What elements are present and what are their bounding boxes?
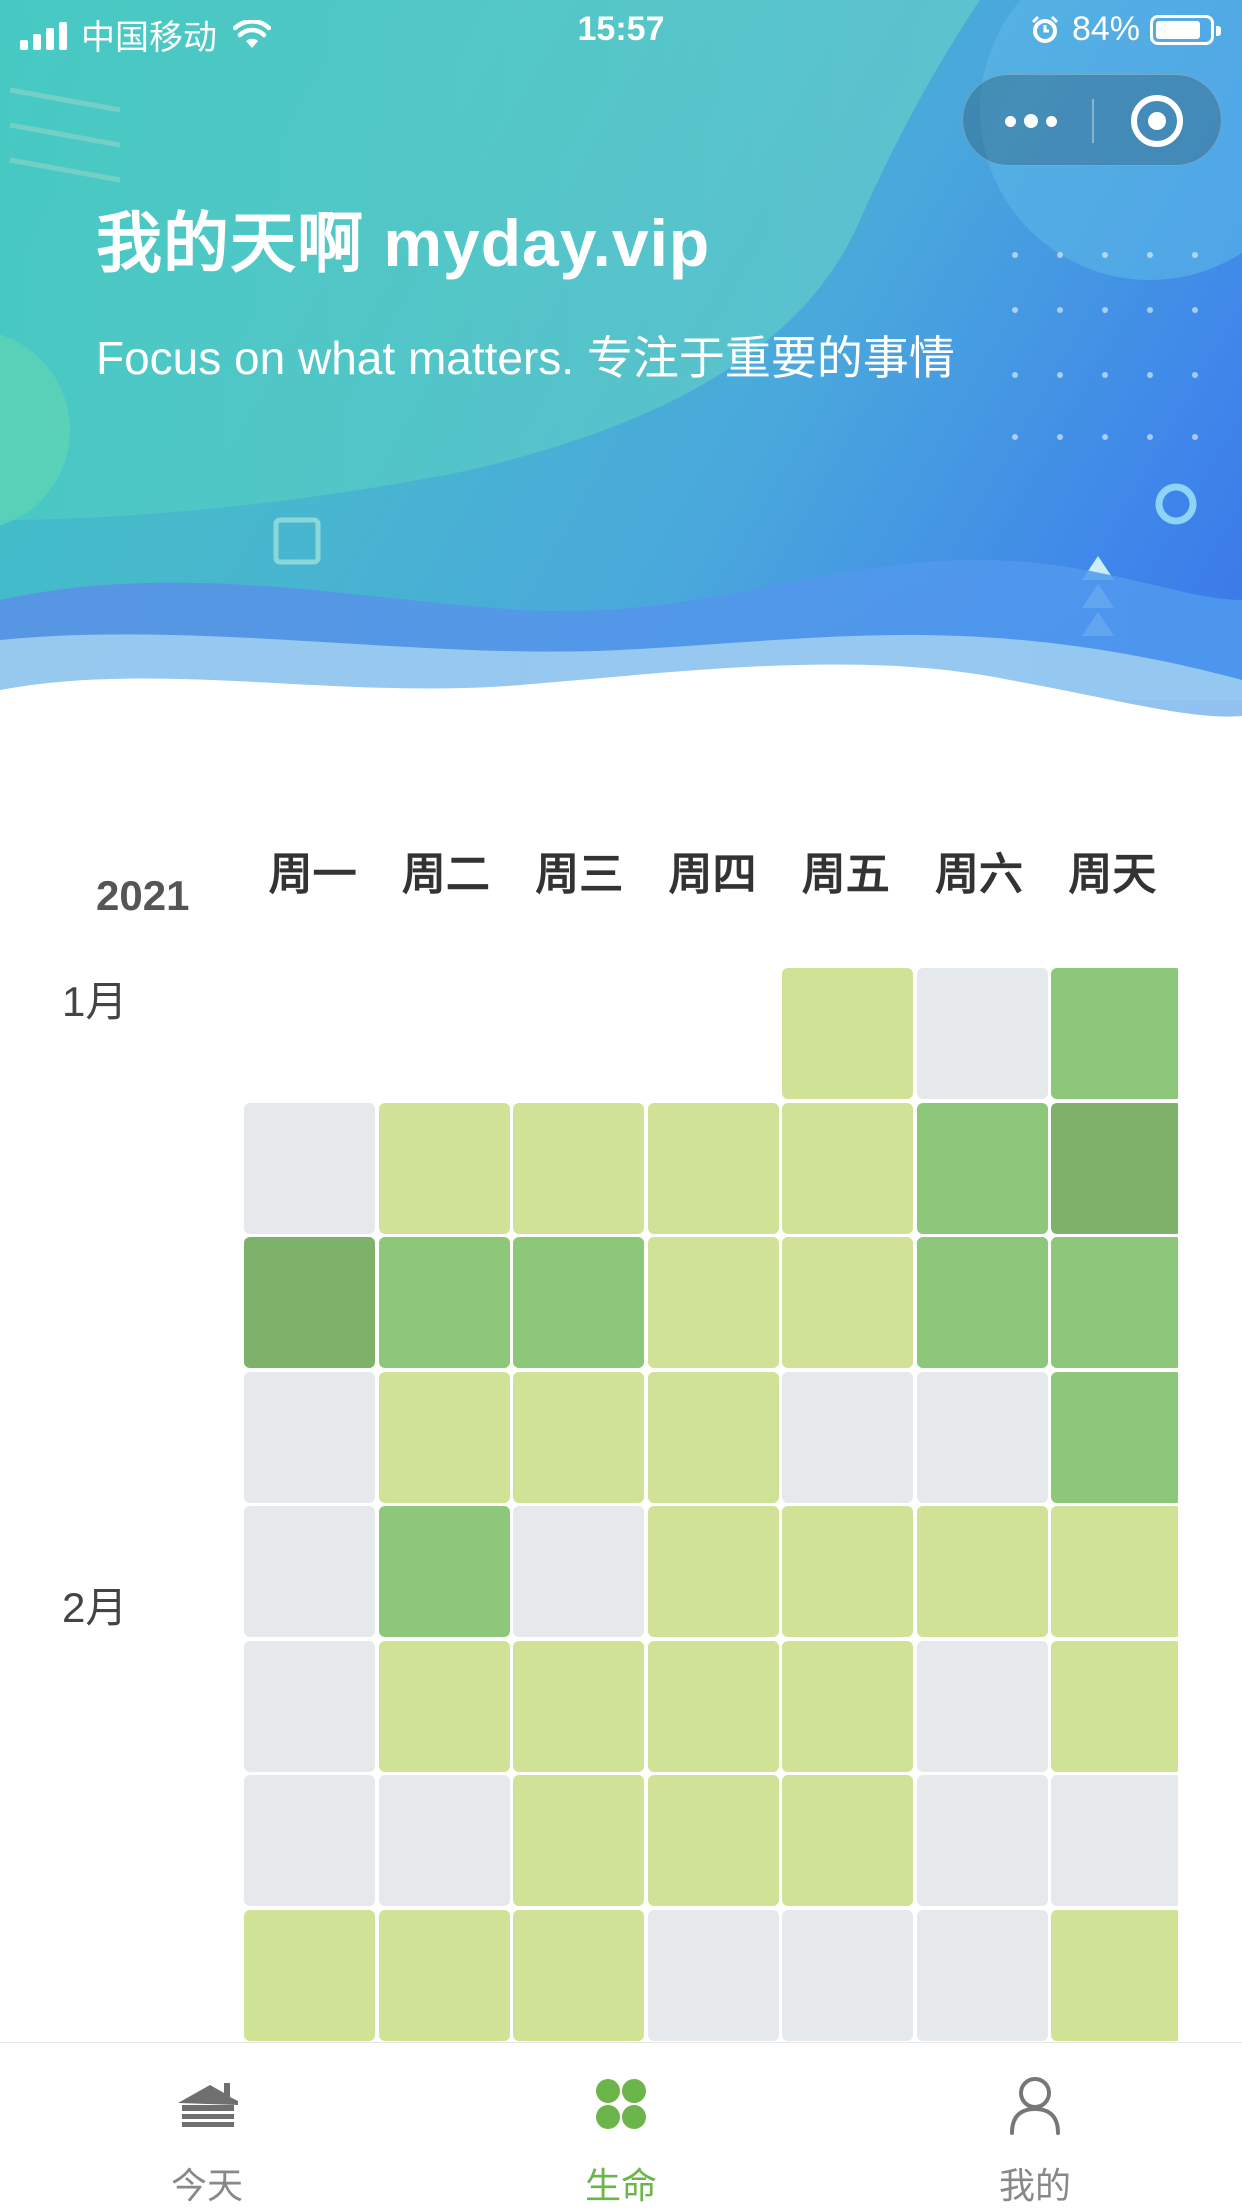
page-subtitle: Focus on what matters. 专注于重要的事情 — [96, 332, 955, 384]
day-cell[interactable] — [782, 1909, 913, 2041]
day-cell[interactable] — [782, 1775, 913, 1906]
day-cell[interactable] — [647, 1640, 779, 1772]
weekday-label: 周一 — [268, 850, 357, 899]
day-cell[interactable] — [1051, 1775, 1178, 1906]
weekday-label: 周天 — [1068, 850, 1157, 899]
day-cell[interactable] — [647, 1237, 779, 1368]
weekday-label: 周二 — [401, 850, 490, 899]
miniprogram-capsule — [962, 74, 1222, 166]
day-cell[interactable] — [513, 1237, 644, 1368]
day-cell[interactable] — [647, 1775, 779, 1906]
person-icon — [1010, 2077, 1060, 2135]
day-cell[interactable] — [916, 968, 1048, 1099]
day-cell[interactable] — [1051, 968, 1178, 1099]
day-cell[interactable] — [1051, 1102, 1178, 1234]
day-cell[interactable] — [1051, 1640, 1178, 1772]
day-cell[interactable] — [782, 1371, 913, 1503]
life-icon — [596, 2079, 646, 2129]
day-cell[interactable] — [244, 1102, 375, 1234]
house-icon — [178, 2083, 238, 2127]
weekday-label: 周六 — [935, 850, 1024, 899]
day-cell[interactable] — [782, 1237, 913, 1368]
day-cell[interactable] — [244, 1506, 375, 1637]
page-title: 我的天啊 myday.vip — [96, 206, 711, 280]
day-cell[interactable] — [378, 1640, 510, 1772]
tab-label: 我的 — [998, 2165, 1071, 2206]
weekday-label: 周四 — [668, 850, 757, 899]
battery-percent: 84% — [1071, 10, 1140, 48]
tab-mine[interactable]: 我的 — [828, 2043, 1242, 2208]
month-label-feb: 2月 — [62, 1584, 128, 1631]
day-cell[interactable] — [1051, 1237, 1178, 1368]
close-miniprogram-icon[interactable] — [1131, 95, 1183, 147]
day-cell[interactable] — [513, 1640, 644, 1772]
life-heatmap-grid — [244, 968, 1178, 2043]
day-cell[interactable] — [782, 968, 913, 1099]
day-cell[interactable] — [513, 1909, 644, 2041]
year-label: 2021 — [96, 872, 190, 919]
weekday-header: 周一 周二 周三 周四 周五 周六 周天 — [246, 838, 1179, 902]
day-cell[interactable] — [916, 1237, 1048, 1368]
day-cell[interactable] — [916, 1640, 1048, 1772]
tab-life[interactable]: 生命 — [414, 2043, 828, 2208]
day-cell[interactable] — [244, 1909, 375, 2041]
day-cell[interactable] — [1051, 1506, 1178, 1637]
day-cell[interactable] — [916, 1506, 1048, 1637]
day-cell[interactable] — [647, 1371, 779, 1503]
capsule-divider — [1092, 99, 1094, 143]
tab-label: 今天 — [170, 2165, 243, 2206]
day-cell[interactable] — [378, 1775, 510, 1906]
day-cell[interactable] — [647, 1506, 779, 1637]
day-cell[interactable] — [916, 1775, 1048, 1906]
more-options-icon[interactable] — [991, 101, 1071, 141]
day-cell[interactable] — [916, 1909, 1048, 2041]
day-cell[interactable] — [244, 1775, 375, 1906]
day-cell[interactable] — [916, 1371, 1048, 1503]
day-cell[interactable] — [1051, 1371, 1178, 1503]
day-cell[interactable] — [782, 1102, 913, 1234]
day-cell[interactable] — [782, 1506, 913, 1637]
status-bar: 中国移动 15:57 84% — [0, 0, 1242, 62]
battery-icon — [1150, 14, 1221, 45]
day-cell[interactable] — [378, 1909, 510, 2041]
tab-today[interactable]: 今天 — [0, 2043, 414, 2208]
day-cell[interactable] — [378, 1102, 510, 1234]
day-cell[interactable] — [378, 1237, 510, 1368]
weekday-label: 周五 — [801, 850, 890, 899]
day-cell[interactable] — [378, 1506, 510, 1637]
day-cell[interactable] — [513, 1371, 644, 1503]
bottom-tab-bar: 今天 生命 我的 — [0, 2042, 1242, 2208]
day-cell[interactable] — [782, 1640, 913, 1772]
weekday-label: 周三 — [535, 850, 624, 899]
day-cell[interactable] — [513, 1775, 644, 1906]
alarm-clock-icon — [1031, 15, 1058, 43]
day-cell[interactable] — [244, 1237, 375, 1368]
day-cell[interactable] — [513, 1506, 644, 1637]
day-cell[interactable] — [244, 1640, 375, 1772]
day-cell[interactable] — [916, 1102, 1048, 1234]
day-cell[interactable] — [244, 1371, 375, 1503]
day-cell[interactable] — [647, 1102, 779, 1234]
day-cell[interactable] — [513, 1102, 644, 1234]
day-cell[interactable] — [647, 1909, 779, 2041]
status-right: 84% — [1030, 10, 1221, 49]
tab-label: 生命 — [584, 2165, 657, 2206]
day-cell[interactable] — [1051, 1909, 1178, 2041]
month-label-jan: 1月 — [62, 978, 128, 1025]
day-cell[interactable] — [378, 1371, 510, 1503]
